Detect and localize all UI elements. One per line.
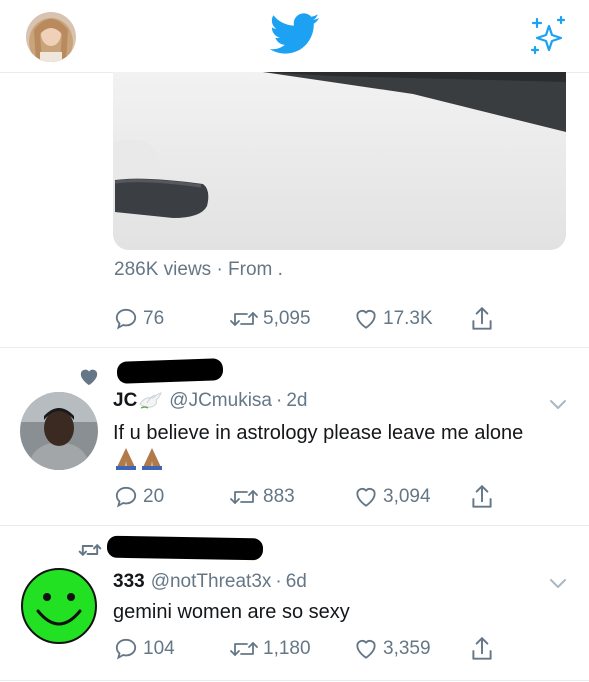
tweet-video-media[interactable] xyxy=(113,72,566,250)
tweet-divider xyxy=(0,525,589,526)
tweet-divider xyxy=(0,347,589,348)
author-handle[interactable]: @JCmukisa xyxy=(169,390,272,412)
retweet-button[interactable]: 1,180 xyxy=(229,634,311,664)
retweet-count: 5,095 xyxy=(263,308,311,329)
view-count: 286K views · From . xyxy=(114,259,283,280)
like-button[interactable]: 3,094 xyxy=(353,482,431,512)
retweet-count: 883 xyxy=(263,486,295,507)
praying-hands-icon xyxy=(116,448,162,470)
retweet-button[interactable]: 5,095 xyxy=(229,304,311,334)
retweet-icon xyxy=(230,312,258,326)
tweet-action-bar: 20 883 3,094 xyxy=(113,482,513,512)
like-button[interactable]: 3,359 xyxy=(353,634,431,664)
car-door-image xyxy=(113,72,566,250)
tweet-time[interactable]: 6d xyxy=(286,571,307,593)
tweet-action-bar: 76 5,095 17.3K xyxy=(113,304,513,334)
tweet-time[interactable]: 2d xyxy=(286,390,307,412)
redacted-context-label xyxy=(116,358,224,384)
display-name[interactable]: 333 xyxy=(113,571,145,593)
tweet-body: If u believe in astrology please leave m… xyxy=(113,422,524,444)
avatar-image xyxy=(20,392,98,470)
share-button[interactable] xyxy=(469,304,495,334)
tweet-text: gemini women are so sexy xyxy=(113,601,350,623)
heart-outline-icon xyxy=(356,310,376,329)
retweet-button[interactable]: 883 xyxy=(229,482,295,512)
like-count: 17.3K xyxy=(383,308,433,329)
reply-count: 20 xyxy=(143,486,165,507)
retweet-icon xyxy=(230,490,258,504)
share-button[interactable] xyxy=(469,482,495,512)
reply-button[interactable]: 104 xyxy=(113,634,175,664)
dove-icon xyxy=(139,392,163,409)
avatar-image xyxy=(26,12,76,62)
profile-avatar[interactable] xyxy=(26,12,76,62)
author-handle[interactable]: @notThreat3x xyxy=(151,571,272,593)
author-avatar[interactable] xyxy=(20,392,98,470)
retweet-icon xyxy=(230,642,258,656)
heart-outline-icon xyxy=(356,488,376,507)
sparkle-icon[interactable] xyxy=(525,12,569,56)
tweet-divider xyxy=(0,680,589,681)
share-button[interactable] xyxy=(469,634,495,664)
like-count: 3,359 xyxy=(383,638,431,659)
reply-count: 76 xyxy=(143,308,165,329)
reply-button[interactable]: 20 xyxy=(113,482,164,512)
redacted-context-label xyxy=(106,535,264,561)
retweet-icon xyxy=(78,544,102,556)
tweet-action-bar: 104 1,180 3,359 xyxy=(113,634,513,664)
reply-button[interactable]: 76 xyxy=(113,304,164,334)
chevron-down-icon[interactable] xyxy=(548,397,568,411)
reply-icon xyxy=(115,638,137,660)
like-button[interactable]: 17.3K xyxy=(353,304,433,334)
twitter-bird-icon[interactable] xyxy=(270,12,320,56)
retweet-count: 1,180 xyxy=(263,638,311,659)
heart-icon xyxy=(80,369,98,386)
separator-dot: · xyxy=(275,571,282,592)
display-name[interactable]: JC xyxy=(113,390,137,412)
top-navigation-bar xyxy=(0,0,589,73)
reply-icon xyxy=(115,308,137,330)
author-avatar[interactable] xyxy=(20,567,98,645)
like-count: 3,094 xyxy=(383,486,431,507)
heart-outline-icon xyxy=(356,640,376,659)
share-icon xyxy=(472,307,492,330)
share-icon xyxy=(472,485,492,508)
smiley-face-icon xyxy=(21,568,97,644)
tweet-text: If u believe in astrology please leave m… xyxy=(113,419,553,476)
reply-icon xyxy=(115,486,137,508)
chevron-down-icon[interactable] xyxy=(548,576,568,590)
tweet-header: JC @JCmukisa · 2d xyxy=(113,388,307,414)
separator-dot: · xyxy=(276,390,283,411)
tweet-header: 333 @notThreat3x · 6d xyxy=(113,569,307,595)
share-icon xyxy=(472,637,492,660)
reply-count: 104 xyxy=(143,638,175,659)
